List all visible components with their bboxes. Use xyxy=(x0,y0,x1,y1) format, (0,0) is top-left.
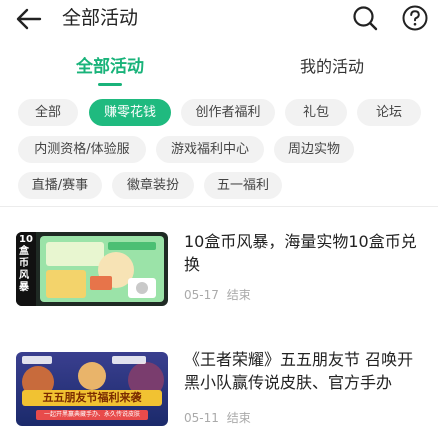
activity-date: 05-11 xyxy=(184,411,219,425)
chip-beta-access[interactable]: 内测资格/体验服 xyxy=(18,136,146,163)
chip-live-events[interactable]: 直播/赛事 xyxy=(18,172,102,199)
chip-badge-decoration[interactable]: 徽章装扮 xyxy=(112,172,194,199)
chip-creator-benefits[interactable]: 创作者福利 xyxy=(181,99,275,126)
chip-forum[interactable]: 论坛 xyxy=(357,99,421,126)
activity-status: 结束 xyxy=(226,411,251,425)
chip-earn-pocket-money[interactable]: 赚零花钱 xyxy=(89,99,171,126)
activity-title: 《王者荣耀》五五朋友节 召唤开黑小队赢传说皮肤、官方手办 xyxy=(184,350,414,392)
chip-merchandise[interactable]: 周边实物 xyxy=(274,136,354,163)
tab-active-indicator xyxy=(98,83,122,86)
section-divider xyxy=(0,206,438,207)
activity-status: 结束 xyxy=(226,288,251,302)
activity-thumbnail: 10盒币风暴 xyxy=(16,232,168,306)
activity-title: 10盒币风暴，海量实物10盒币兑换 xyxy=(184,232,417,274)
back-arrow-icon[interactable] xyxy=(14,6,44,32)
help-icon[interactable] xyxy=(401,4,429,32)
thumbnail-text: 五五朋友节福利来袭 xyxy=(42,391,142,404)
chip-game-benefits-center[interactable]: 游戏福利中心 xyxy=(156,136,264,163)
activity-card[interactable]: 10盒币风暴 10盒币风暴，海量实物10盒币兑换 05-17 结束 xyxy=(0,226,438,322)
tab-my-activities[interactable]: 我的活动 xyxy=(286,52,378,84)
tab-all-activities[interactable]: 全部活动 xyxy=(64,52,156,84)
activity-meta: 05-17 结束 xyxy=(184,287,255,303)
search-icon[interactable] xyxy=(351,4,379,32)
chip-gift-packs[interactable]: 礼包 xyxy=(285,99,347,126)
thumbnail-subtext: 一起开黑赢典藏手办、永久传说皮肤 xyxy=(43,411,140,418)
chip-all[interactable]: 全部 xyxy=(18,99,78,126)
activity-meta: 05-11 结束 xyxy=(184,410,255,426)
page-title: 全部活动 xyxy=(62,7,139,29)
chip-may-day-benefits[interactable]: 五一福利 xyxy=(204,172,282,199)
header-bar: 全部活动 xyxy=(0,0,438,40)
activity-card[interactable]: 五五朋友节福利来袭 一起开黑赢典藏手办、永久传说皮肤 《王者荣耀》五五朋友节 召… xyxy=(0,346,438,442)
activity-tabs: 全部活动 我的活动 xyxy=(0,52,438,92)
thumbnail-text: 10盒币风暴 xyxy=(19,234,33,293)
activity-date: 05-17 xyxy=(184,288,219,302)
activity-thumbnail: 五五朋友节福利来袭 一起开黑赢典藏手办、永久传说皮肤 xyxy=(16,352,168,426)
